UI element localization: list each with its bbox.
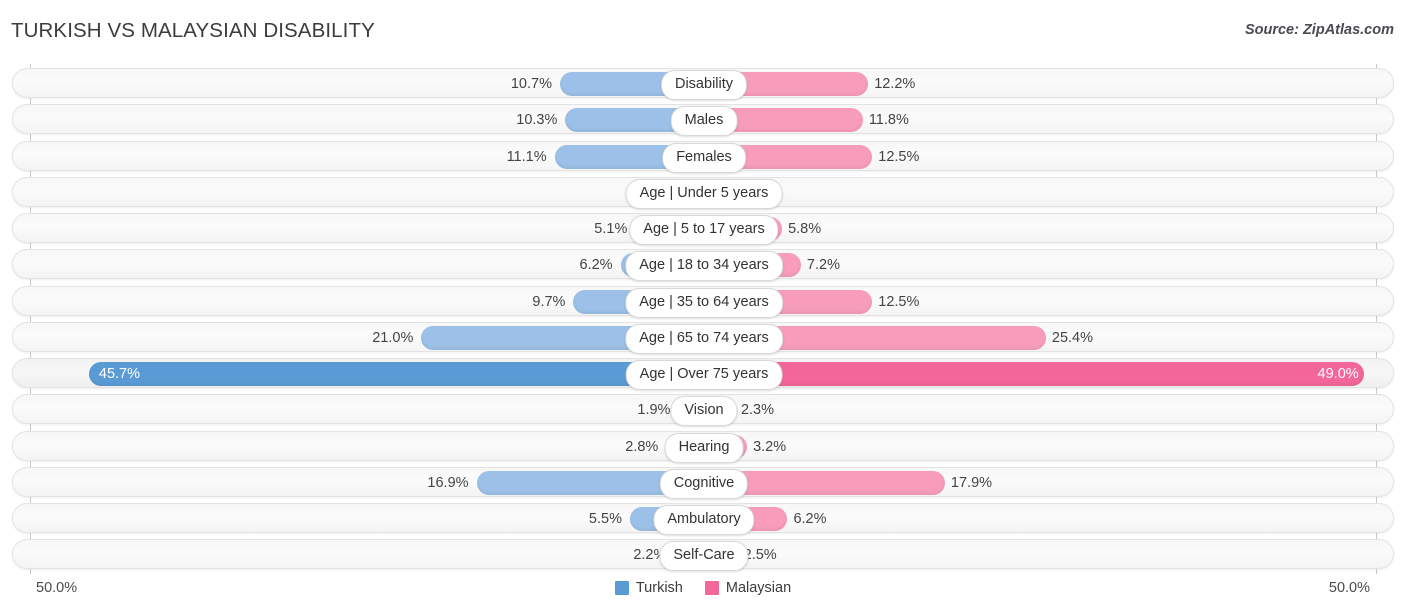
legend-swatch-icon — [704, 581, 719, 595]
value-label-turkish: 9.7% — [532, 293, 566, 310]
bar-row[interactable]: 21.0% 25.4% Age | 65 to 74 years — [12, 321, 1394, 354]
row-label-pill[interactable]: Age | 35 to 64 years — [625, 287, 783, 318]
value-label-malaysian: 5.8% — [788, 221, 822, 237]
value-label-malaysian: 49.0% — [1317, 366, 1359, 382]
row-label-pill[interactable]: Disability — [660, 70, 748, 100]
row-label-pill[interactable]: Ambulatory — [653, 505, 755, 535]
row-label-pill[interactable]: Self-Care — [659, 541, 749, 572]
row-label-pill[interactable]: Age | 18 to 34 years — [625, 251, 783, 282]
chart-footer: 50.0% 50.0% Turkish Malaysian — [0, 574, 1406, 612]
value-label-malaysian: 12.2% — [874, 76, 916, 92]
value-label-turkish: 21.0% — [372, 329, 414, 346]
source-attribution: Source: ZipAtlas.com — [1244, 22, 1394, 38]
row-label-pill[interactable]: Age | Under 5 years — [625, 178, 783, 209]
legend-item[interactable]: Malaysian — [704, 580, 792, 596]
value-label-malaysian: 12.5% — [878, 148, 920, 165]
bar-turkish — [88, 362, 704, 386]
row-label-pill[interactable]: Age | Over 75 years — [625, 360, 783, 390]
bar-row[interactable]: 16.9% 17.9% Cognitive — [12, 466, 1394, 499]
bar-row[interactable]: 2.8% 3.2% Hearing — [12, 430, 1394, 463]
value-label-malaysian: 7.2% — [806, 257, 840, 274]
bar-row[interactable]: 10.3% 11.8% Males — [12, 104, 1394, 137]
bar-row[interactable]: 2.2% 2.5% Self-Care — [12, 539, 1394, 572]
value-label-malaysian: 17.9% — [950, 474, 993, 491]
bar-row[interactable]: 10.7% 12.2% Disability — [12, 68, 1394, 100]
bar-row[interactable]: 9.7% 12.5% Age | 35 to 64 years — [12, 285, 1394, 318]
value-label-turkish: 5.1% — [594, 221, 628, 237]
value-label-turkish: 5.5% — [588, 511, 622, 527]
bar-malaysian — [704, 362, 1364, 386]
value-label-turkish: 6.2% — [579, 257, 613, 274]
page-title: TURKISH VS MALAYSIAN DISABILITY — [11, 19, 375, 42]
value-label-malaysian: 25.4% — [1051, 329, 1093, 346]
row-label-pill[interactable]: Age | 5 to 17 years — [629, 215, 779, 245]
value-label-malaysian: 2.3% — [740, 402, 775, 419]
chart-legend: Turkish Malaysian — [0, 580, 1406, 596]
bar-row[interactable]: 6.2% 7.2% Age | 18 to 34 years — [12, 249, 1394, 282]
value-label-malaysian: 11.8% — [868, 112, 909, 129]
legend-item[interactable]: Turkish — [614, 580, 683, 596]
row-label-pill[interactable]: Males — [670, 106, 738, 137]
value-label-turkish: 45.7% — [98, 366, 140, 382]
value-label-turkish: 2.8% — [625, 438, 659, 455]
legend-swatch-icon — [614, 581, 629, 595]
legend-label: Turkish — [635, 580, 683, 596]
chart-plot-area: 10.7% 12.2% Disability 10.3% 11.8% Males 11.1%… — [0, 64, 1406, 574]
row-label-pill[interactable]: Vision — [670, 396, 738, 427]
row-label-pill[interactable]: Cognitive — [659, 468, 749, 499]
value-label-malaysian: 6.2% — [793, 511, 827, 527]
bar-row[interactable]: 5.5% 6.2% Ambulatory — [12, 503, 1394, 535]
value-label-turkish: 10.3% — [516, 112, 558, 129]
row-label-pill[interactable]: Hearing — [664, 432, 744, 463]
row-label-pill[interactable]: Age | 65 to 74 years — [625, 323, 783, 354]
value-label-malaysian: 3.2% — [753, 438, 787, 455]
legend-label: Malaysian — [725, 580, 792, 596]
bar-row[interactable]: 5.1% 5.8% Age | 5 to 17 years — [12, 213, 1394, 245]
bar-row[interactable]: 1.9% 2.3% Vision — [12, 394, 1394, 427]
chart-header: TURKISH VS MALAYSIAN DISABILITY Source: … — [0, 0, 1406, 62]
value-label-turkish: 1.9% — [637, 402, 671, 419]
row-label-pill[interactable]: Females — [662, 142, 746, 173]
bar-row[interactable]: 1.1%1.3%Age | Under 5 years — [12, 176, 1394, 209]
value-label-malaysian: 12.5% — [878, 293, 920, 310]
bar-row[interactable]: 45.7% 49.0% Age | Over 75 years — [12, 358, 1394, 390]
value-label-turkish: 11.1% — [506, 148, 547, 165]
value-label-turkish: 16.9% — [427, 474, 469, 491]
value-label-turkish: 10.7% — [510, 76, 552, 92]
bar-row[interactable]: 11.1% 12.5% Females — [12, 140, 1394, 173]
value-label-malaysian: 2.5% — [743, 547, 777, 564]
